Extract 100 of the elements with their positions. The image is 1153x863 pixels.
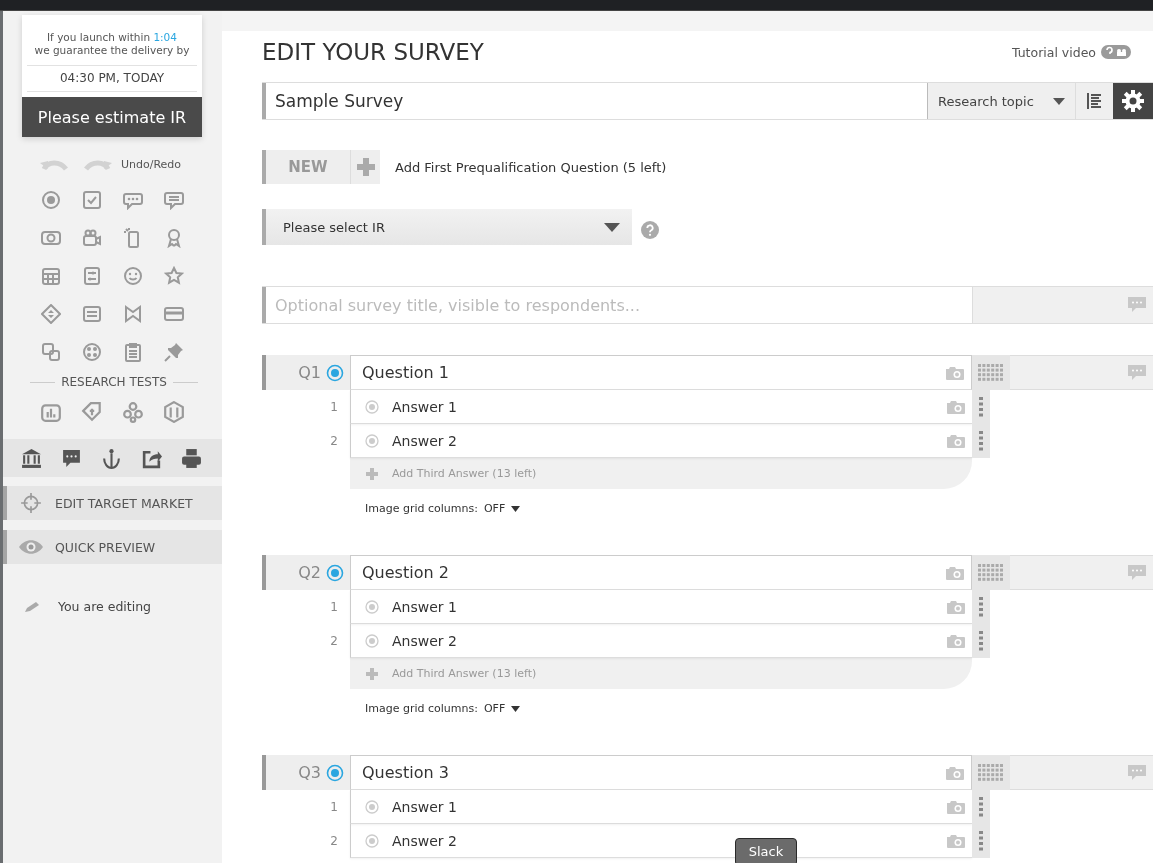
comment-dots-icon[interactable] — [60, 447, 82, 469]
comment-icon[interactable] — [1127, 363, 1147, 382]
question-number: Q3 — [262, 755, 350, 790]
comment-lines-icon[interactable] — [163, 190, 184, 210]
image-grid-button[interactable] — [972, 555, 1010, 590]
image-grid-label: Image grid columns: — [365, 702, 478, 715]
pushpin-icon[interactable] — [163, 342, 184, 362]
cluster-icon[interactable] — [121, 401, 144, 423]
overlapping-squares-icon[interactable] — [40, 342, 61, 362]
add-prequalification-link[interactable]: Add First Prequalification Question (5 left) — [395, 159, 667, 175]
camera-icon[interactable] — [946, 798, 966, 815]
comment-icon[interactable] — [1127, 763, 1147, 782]
camera-icon[interactable] — [945, 564, 965, 581]
bowtie-icon[interactable] — [122, 304, 143, 324]
editing-status: You are editing — [58, 599, 152, 614]
vertical-dots-icon — [979, 431, 983, 451]
drag-handle[interactable] — [972, 424, 990, 458]
camera-icon[interactable] — [945, 764, 965, 781]
tutorial-link[interactable]: Tutorial video — [1011, 44, 1131, 60]
branch-icon[interactable] — [100, 447, 122, 469]
estimate-ir-button[interactable]: Please estimate IR — [22, 97, 202, 137]
help-icon[interactable] — [641, 221, 659, 239]
image-grid-button[interactable] — [972, 355, 1010, 390]
caret-icon — [511, 705, 521, 712]
answer-field[interactable]: Answer 1 — [350, 790, 972, 824]
camera-icon[interactable] — [945, 364, 965, 381]
ir-dropdown[interactable]: Please select IR — [262, 209, 632, 245]
radio-icon — [365, 433, 379, 448]
radio-icon[interactable] — [40, 190, 61, 210]
comment-icon[interactable] — [1127, 563, 1147, 582]
answer-field[interactable]: Answer 1 — [350, 390, 972, 424]
caret-icon — [1053, 97, 1065, 105]
grid-icon — [978, 763, 1004, 782]
price-tag-icon[interactable] — [80, 401, 103, 423]
checkbox-icon[interactable] — [81, 190, 102, 210]
add-button[interactable] — [350, 150, 380, 184]
answer-number: 1 — [329, 599, 339, 616]
plus-icon — [366, 667, 378, 680]
camera-icon[interactable] — [946, 632, 966, 649]
vertical-dots-icon — [979, 397, 983, 417]
drag-handle[interactable] — [972, 624, 990, 658]
vertical-dots-icon — [979, 597, 983, 617]
credit-card-icon[interactable] — [163, 304, 184, 324]
drag-handle[interactable] — [972, 824, 990, 858]
caret-icon — [604, 222, 620, 232]
radio-icon — [365, 599, 379, 614]
outline-button[interactable] — [1075, 83, 1113, 119]
vertical-dots-icon — [979, 631, 983, 651]
delivery-note: If you launch within 1:04 we guarantee the delivery by — [33, 30, 191, 58]
image-grid-dropdown[interactable]: OFF — [483, 702, 521, 715]
image-grid-button[interactable] — [972, 755, 1010, 790]
bar-chart-icon[interactable] — [39, 401, 62, 423]
hexagon-icon[interactable] — [162, 401, 185, 423]
plus-icon — [356, 158, 375, 176]
video-help-icon — [1101, 45, 1131, 59]
comment-icon[interactable] — [1127, 296, 1147, 314]
radio-type-icon[interactable] — [326, 363, 344, 382]
clipboard-icon[interactable] — [122, 342, 143, 362]
vertical-dots-icon — [979, 797, 983, 817]
smiley-icon[interactable] — [122, 266, 143, 286]
plus-icon — [366, 467, 378, 480]
star-icon[interactable] — [163, 266, 184, 286]
answer-field[interactable]: Answer 1 — [350, 590, 972, 624]
question-field[interactable]: Question 3 — [350, 755, 972, 790]
card-list-icon[interactable] — [81, 304, 102, 324]
crosshair-icon — [20, 492, 42, 514]
eye-icon — [18, 539, 44, 555]
sliders-icon[interactable] — [81, 266, 102, 286]
sidebar-item[interactable]: EDIT TARGET MARKET — [3, 486, 222, 520]
video-camera-icon[interactable] — [81, 228, 102, 248]
page-title: EDIT YOUR SURVEY — [262, 39, 484, 65]
speech-bubble-icon[interactable] — [122, 190, 143, 210]
question-number: Q1 — [262, 355, 350, 390]
answer-number: 2 — [329, 833, 339, 850]
camera-icon[interactable] — [40, 228, 61, 248]
section-heading: RESEARCH TESTS — [61, 375, 167, 389]
answer-number: 2 — [329, 433, 339, 450]
bank-icon[interactable] — [20, 447, 42, 469]
camera-icon[interactable] — [946, 432, 966, 449]
question-field[interactable]: Question 1 — [350, 355, 972, 390]
answer-number: 1 — [329, 799, 339, 816]
undo-redo-label: Undo/Redo — [121, 157, 182, 171]
camera-icon[interactable] — [946, 598, 966, 615]
image-grid-dropdown[interactable]: OFF — [483, 502, 521, 515]
answer-number: 2 — [329, 633, 339, 650]
calendar-icon[interactable] — [40, 266, 61, 286]
sidebar-item[interactable]: QUICK PREVIEW — [3, 530, 222, 564]
tooltip: Slack — [735, 838, 797, 863]
four-circles-icon[interactable] — [81, 342, 102, 362]
printer-icon[interactable] — [180, 447, 202, 469]
camera-icon[interactable] — [946, 398, 966, 415]
settings-button[interactable] — [1113, 83, 1153, 119]
radio-icon — [365, 833, 379, 848]
camera-icon[interactable] — [946, 832, 966, 849]
diamond-arrows-icon[interactable] — [40, 304, 61, 324]
grid-icon — [978, 363, 1004, 382]
question-field[interactable]: Question 2 — [350, 555, 972, 590]
radio-type-icon[interactable] — [326, 563, 344, 582]
radio-type-icon[interactable] — [326, 763, 344, 782]
research-topic-dropdown[interactable]: Research topic — [927, 83, 1075, 119]
